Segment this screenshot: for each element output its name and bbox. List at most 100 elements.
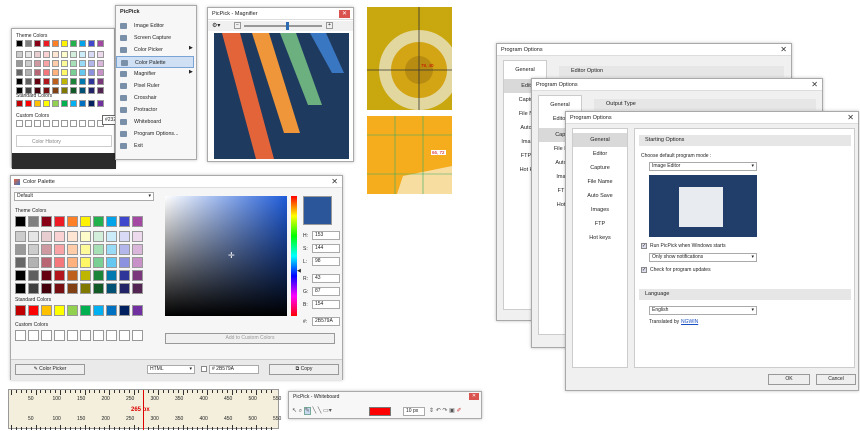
color-swatch[interactable] <box>97 51 104 58</box>
color-swatch[interactable] <box>16 51 23 58</box>
custom-color-slot[interactable] <box>80 330 91 341</box>
color-swatch[interactable] <box>97 78 104 85</box>
standard-color-swatch[interactable] <box>132 305 143 316</box>
color-swatch[interactable] <box>28 216 39 227</box>
standard-color-swatch[interactable] <box>97 100 104 107</box>
standard-color-swatch[interactable] <box>79 100 86 107</box>
color-swatch[interactable] <box>34 78 41 85</box>
custom-color-slot[interactable] <box>93 330 104 341</box>
color-swatch[interactable] <box>67 231 78 242</box>
rectangle-tool-icon[interactable]: ▭▾ <box>323 408 332 414</box>
color-swatch[interactable] <box>61 69 68 76</box>
color-swatch[interactable] <box>88 40 95 47</box>
color-swatch[interactable] <box>25 69 32 76</box>
custom-color-slot[interactable] <box>43 120 50 127</box>
custom-color-slot[interactable] <box>67 330 78 341</box>
color-swatch[interactable] <box>67 283 78 294</box>
color-swatch[interactable] <box>79 40 86 47</box>
palette-close-icon[interactable]: ✕ <box>331 177 338 186</box>
format-dropdown[interactable]: HTML ▾ <box>147 365 195 374</box>
eraser-icon[interactable]: ✐ <box>456 408 461 414</box>
color-swatch[interactable] <box>43 60 50 67</box>
color-swatch[interactable] <box>34 51 41 58</box>
color-swatch[interactable] <box>61 60 68 67</box>
color-swatch[interactable] <box>15 231 26 242</box>
standard-color-swatch[interactable] <box>43 100 50 107</box>
copy-button[interactable]: ⧉ Copy <box>269 364 339 375</box>
ok-button[interactable]: OK <box>768 374 810 385</box>
color-swatch[interactable] <box>106 244 117 255</box>
color-swatch[interactable] <box>70 40 77 47</box>
custom-color-slot[interactable] <box>79 120 86 127</box>
options-sidebar-item[interactable]: Auto Save <box>573 189 627 203</box>
color-swatch[interactable] <box>15 244 26 255</box>
preset-dropdown[interactable]: Default ▾ <box>14 192 154 201</box>
color-swatch[interactable] <box>54 283 65 294</box>
color-swatch[interactable] <box>106 257 117 268</box>
color-swatch[interactable] <box>70 51 77 58</box>
pen-size-field[interactable]: 10 px <box>403 407 425 416</box>
color-swatch[interactable] <box>132 216 143 227</box>
standard-color-swatch[interactable] <box>16 100 23 107</box>
color-swatch[interactable] <box>52 87 59 94</box>
custom-color-slot[interactable] <box>119 330 130 341</box>
standard-color-swatch[interactable] <box>70 100 77 107</box>
standard-color-swatch[interactable] <box>88 100 95 107</box>
spin-icon[interactable]: ⇕ <box>429 408 434 414</box>
color-swatch[interactable] <box>119 270 130 281</box>
standard-color-swatch[interactable] <box>54 305 65 316</box>
standard-color-swatch[interactable] <box>15 305 26 316</box>
standard-color-swatch[interactable] <box>52 100 59 107</box>
color-swatch[interactable] <box>79 78 86 85</box>
standard-color-swatch[interactable] <box>80 305 91 316</box>
options-sidebar-item[interactable]: FTP <box>573 217 627 231</box>
color-swatch[interactable] <box>52 51 59 58</box>
color-swatch[interactable] <box>132 270 143 281</box>
color-swatch[interactable] <box>106 283 117 294</box>
standard-color-swatch[interactable] <box>106 305 117 316</box>
pen-tool-icon[interactable]: ✎ <box>303 407 311 415</box>
custom-color-slot[interactable] <box>25 120 32 127</box>
color-swatch[interactable] <box>67 270 78 281</box>
custom-color-slot[interactable] <box>54 330 65 341</box>
color-swatch[interactable] <box>61 40 68 47</box>
custom-color-slot[interactable] <box>16 120 23 127</box>
custom-color-slot[interactable] <box>52 120 59 127</box>
color-swatch[interactable] <box>43 40 50 47</box>
tray-menu-item[interactable]: Image Editor <box>116 20 194 32</box>
color-swatch[interactable] <box>43 51 50 58</box>
tray-menu-item[interactable]: Screen Capture <box>116 32 194 44</box>
options-front-close-icon[interactable]: ✕ <box>847 113 854 122</box>
whiteboard-close-button[interactable]: ✕ <box>469 393 479 400</box>
color-swatch[interactable] <box>88 69 95 76</box>
color-swatch[interactable] <box>25 78 32 85</box>
custom-color-slot[interactable] <box>41 330 52 341</box>
language-dropdown[interactable]: English ▾ <box>649 306 757 315</box>
color-swatch[interactable] <box>54 244 65 255</box>
tray-menu-item[interactable]: Program Options... <box>116 128 194 140</box>
custom-color-slot[interactable] <box>106 330 117 341</box>
color-swatch[interactable] <box>41 257 52 268</box>
save-icon[interactable]: ▣ <box>449 408 455 414</box>
whiteboard-color-swatch[interactable] <box>369 407 391 416</box>
color-swatch[interactable] <box>16 69 23 76</box>
tray-menu-item[interactable]: Pixel Ruler <box>116 80 194 92</box>
translated-by-link[interactable]: NGWIN <box>681 319 698 325</box>
options-mid-sidebar-general[interactable]: General <box>539 98 581 112</box>
color-swatch[interactable] <box>67 244 78 255</box>
color-swatch[interactable] <box>97 40 104 47</box>
color-swatch[interactable] <box>28 244 39 255</box>
color-swatch[interactable] <box>70 69 77 76</box>
magnifier-close-button[interactable]: ✕ <box>339 10 350 18</box>
color-swatch[interactable] <box>88 87 95 94</box>
color-swatch[interactable] <box>119 283 130 294</box>
run-startup-checkbox[interactable]: ✓ <box>641 243 647 249</box>
tray-menu-item[interactable]: Protractor <box>116 104 194 116</box>
options-sidebar-item[interactable]: File Name <box>573 175 627 189</box>
zoom-out-icon[interactable]: − <box>234 22 241 29</box>
color-swatch[interactable] <box>54 257 65 268</box>
zoom-slider-thumb[interactable] <box>286 22 289 30</box>
color-swatch[interactable] <box>16 60 23 67</box>
color-swatch[interactable] <box>61 78 68 85</box>
select-tool-icon[interactable]: ↖ <box>292 408 297 414</box>
